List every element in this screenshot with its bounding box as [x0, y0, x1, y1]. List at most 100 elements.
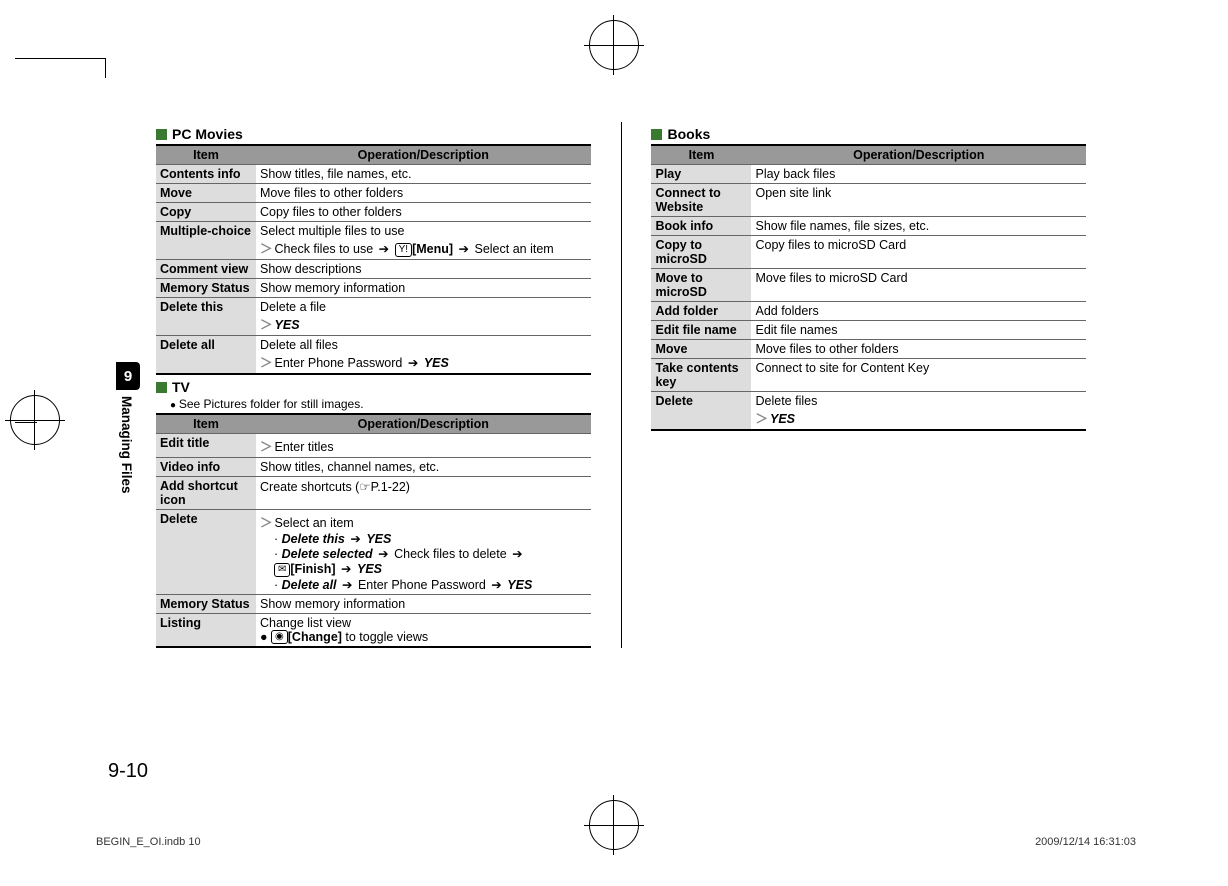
- section-heading: TV: [156, 379, 591, 395]
- description-cell: ＞Select an item· Delete this ➔ YES· Dele…: [256, 510, 591, 595]
- item-cell: Edit title: [156, 434, 256, 458]
- table-row: Move to microSDMove files to microSD Car…: [651, 269, 1086, 302]
- section-heading: Books: [651, 126, 1086, 142]
- description-cell: Move files to other folders: [256, 184, 591, 203]
- item-cell: Delete: [651, 392, 751, 431]
- table-row: Connect to WebsiteOpen site link: [651, 184, 1086, 217]
- description-cell: Create shortcuts (☞P.1-22): [256, 477, 591, 510]
- item-cell: Take contents key: [651, 359, 751, 392]
- item-cell: Delete all: [156, 336, 256, 375]
- section-title: PC Movies: [172, 126, 243, 142]
- description-cell: Change list view● ◉[Change] to toggle vi…: [256, 613, 591, 647]
- item-cell: Add shortcut icon: [156, 477, 256, 510]
- table-row: Contents infoShow titles, file names, et…: [156, 165, 591, 184]
- table-row: PlayPlay back files: [651, 165, 1086, 184]
- table-row: ListingChange list view● ◉[Change] to to…: [156, 613, 591, 647]
- column-header: Operation/Description: [751, 145, 1086, 165]
- table-row: Take contents keyConnect to site for Con…: [651, 359, 1086, 392]
- table-row: DeleteDelete files＞YES: [651, 392, 1086, 431]
- description-cell: Delete all files＞Enter Phone Password ➔ …: [256, 336, 591, 375]
- footer-right: 2009/12/14 16:31:03: [1035, 836, 1136, 848]
- item-cell: Video info: [156, 458, 256, 477]
- chapter-tab: 9 Managing Files: [116, 362, 140, 494]
- page: 9 Managing Files PC MoviesItemOperation/…: [0, 0, 1228, 886]
- description-cell: Delete a file＞YES: [256, 298, 591, 336]
- square-bullet-icon: [156, 129, 167, 140]
- item-cell: Comment view: [156, 260, 256, 279]
- operation-table: ItemOperation/DescriptionEdit title＞Ente…: [156, 413, 591, 648]
- item-cell: Delete this: [156, 298, 256, 336]
- item-cell: Contents info: [156, 165, 256, 184]
- section-note: See Pictures folder for still images.: [170, 397, 591, 411]
- footer-left: BEGIN_E_OI.indb 10: [96, 836, 201, 848]
- item-cell: Edit file name: [651, 321, 751, 340]
- table-row: Delete thisDelete a file＞YES: [156, 298, 591, 336]
- table-row: Delete allDelete all files＞Enter Phone P…: [156, 336, 591, 375]
- item-cell: Listing: [156, 613, 256, 647]
- item-cell: Multiple-choice: [156, 222, 256, 260]
- key-icon: Y!: [395, 243, 412, 257]
- registration-mark-icon: [5, 420, 65, 421]
- registration-mark-icon: [34, 390, 35, 450]
- item-cell: Move: [156, 184, 256, 203]
- column-header: Item: [156, 145, 256, 165]
- item-cell: Move: [651, 340, 751, 359]
- crop-mark: [105, 58, 106, 78]
- description-cell: Open site link: [751, 184, 1086, 217]
- left-column: PC MoviesItemOperation/DescriptionConten…: [156, 122, 591, 648]
- item-cell: Add folder: [651, 302, 751, 321]
- table-row: Add folderAdd folders: [651, 302, 1086, 321]
- section-title: TV: [172, 379, 190, 395]
- table-row: CopyCopy files to other folders: [156, 203, 591, 222]
- table-row: Book infoShow file names, file sizes, et…: [651, 217, 1086, 236]
- column-header: Item: [156, 414, 256, 434]
- table-row: Memory StatusShow memory information: [156, 594, 591, 613]
- table-row: Multiple-choiceSelect multiple files to …: [156, 222, 591, 260]
- table-row: Copy to microSDCopy files to microSD Car…: [651, 236, 1086, 269]
- section-heading: PC Movies: [156, 126, 591, 142]
- table-row: MoveMove files to other folders: [651, 340, 1086, 359]
- registration-mark-icon: [584, 825, 644, 826]
- description-cell: Show memory information: [256, 279, 591, 298]
- item-cell: Delete: [156, 510, 256, 595]
- table-row: Memory StatusShow memory information: [156, 279, 591, 298]
- item-cell: Memory Status: [156, 594, 256, 613]
- key-icon: ✉: [274, 563, 290, 577]
- description-cell: Show titles, file names, etc.: [256, 165, 591, 184]
- content-area: PC MoviesItemOperation/DescriptionConten…: [156, 122, 1086, 648]
- crop-mark: [15, 58, 105, 59]
- table-row: Delete＞Select an item· Delete this ➔ YES…: [156, 510, 591, 595]
- description-cell: Connect to site for Content Key: [751, 359, 1086, 392]
- description-cell: Show memory information: [256, 594, 591, 613]
- table-row: Comment viewShow descriptions: [156, 260, 591, 279]
- chapter-number: 9: [116, 362, 140, 390]
- description-cell: Select multiple files to use＞Check files…: [256, 222, 591, 260]
- description-cell: Delete files＞YES: [751, 392, 1086, 431]
- table-row: Add shortcut iconCreate shortcuts (☞P.1-…: [156, 477, 591, 510]
- operation-table: ItemOperation/DescriptionPlayPlay back f…: [651, 144, 1086, 431]
- square-bullet-icon: [651, 129, 662, 140]
- item-cell: Book info: [651, 217, 751, 236]
- description-cell: ＞Enter titles: [256, 434, 591, 458]
- description-cell: Add folders: [751, 302, 1086, 321]
- item-cell: Move to microSD: [651, 269, 751, 302]
- chapter-label: Managing Files: [119, 396, 134, 494]
- description-cell: Copy files to other folders: [256, 203, 591, 222]
- column-header: Item: [651, 145, 751, 165]
- description-cell: Copy files to microSD Card: [751, 236, 1086, 269]
- page-number: 9-10: [108, 760, 148, 783]
- registration-mark-icon: [584, 45, 644, 46]
- item-cell: Memory Status: [156, 279, 256, 298]
- table-row: Video infoShow titles, channel names, et…: [156, 458, 591, 477]
- square-bullet-icon: [156, 382, 167, 393]
- item-cell: Connect to Website: [651, 184, 751, 217]
- operation-table: ItemOperation/DescriptionContents infoSh…: [156, 144, 591, 375]
- column-divider: [621, 122, 622, 648]
- item-cell: Copy: [156, 203, 256, 222]
- table-row: MoveMove files to other folders: [156, 184, 591, 203]
- item-cell: Copy to microSD: [651, 236, 751, 269]
- column-header: Operation/Description: [256, 414, 591, 434]
- description-cell: Show titles, channel names, etc.: [256, 458, 591, 477]
- table-row: Edit file nameEdit file names: [651, 321, 1086, 340]
- item-cell: Play: [651, 165, 751, 184]
